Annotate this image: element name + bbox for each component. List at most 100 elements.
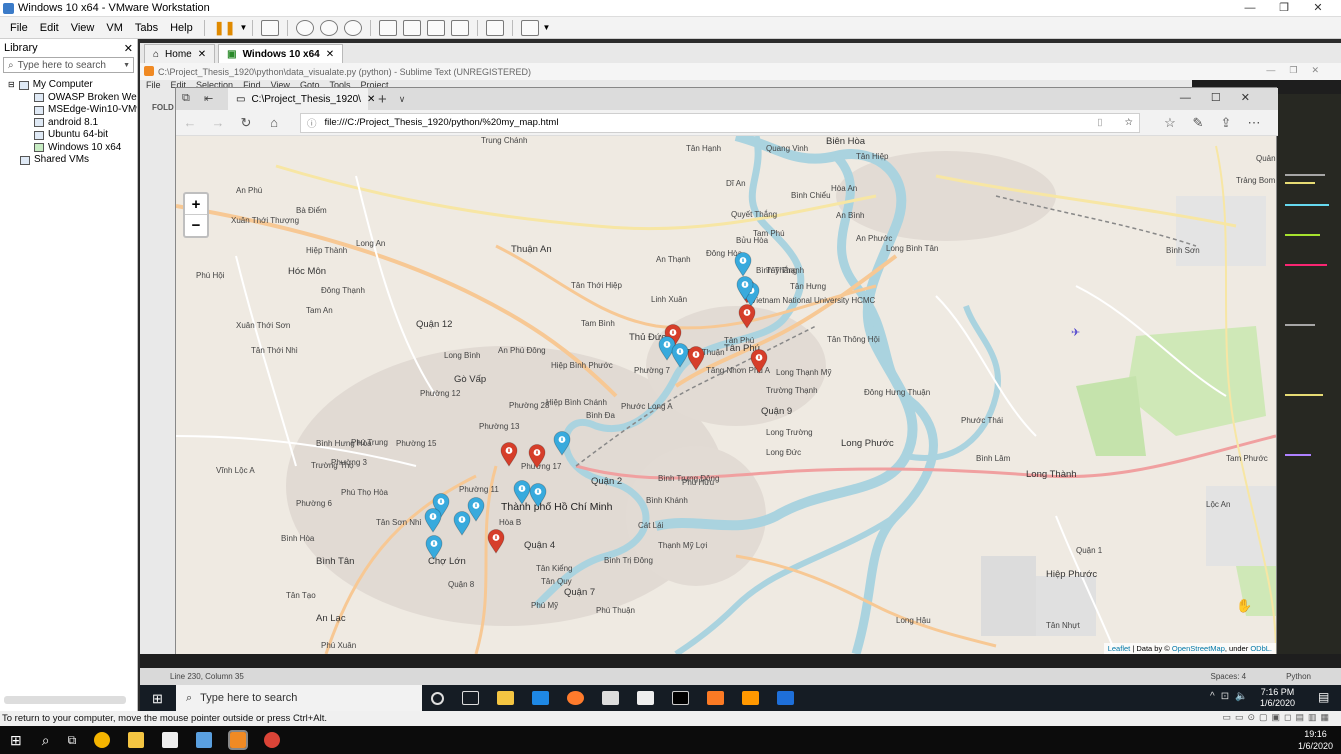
file-explorer-icon[interactable] (497, 691, 514, 705)
dropdown-icon[interactable]: ▼ (240, 23, 248, 32)
close-library-icon[interactable]: ✕ (124, 42, 133, 55)
tree-item-my-computer[interactable]: ⊟ My Computer (0, 79, 137, 92)
tree-item-vm[interactable]: Ubuntu 64-bit (0, 129, 137, 142)
library-view-icon[interactable] (379, 19, 398, 36)
host-clock[interactable]: 19:16 1/6/2020 (1298, 728, 1333, 752)
forward-icon[interactable]: → (204, 115, 232, 130)
fullscreen-icon[interactable] (427, 19, 446, 36)
vscode-icon[interactable] (532, 691, 549, 705)
share-icon[interactable]: ⇪ (1212, 115, 1240, 131)
set-aside-tabs-icon[interactable]: ⇤ (204, 92, 213, 105)
host-search-icon[interactable]: ⌕ (42, 732, 50, 749)
snapshot-manager-icon[interactable] (344, 19, 363, 36)
tree-item-vm[interactable]: OWASP Broken Web Ap (0, 92, 137, 105)
tab-home[interactable]: ⌂ Home ✕ (144, 44, 216, 63)
store-icon[interactable] (602, 691, 619, 705)
revert-snapshot-icon[interactable] (320, 19, 339, 36)
thumbnail-view-icon[interactable] (403, 19, 422, 36)
reading-view-icon[interactable]: ▯ (1097, 117, 1102, 128)
edge-window-controls[interactable]: —☐✕ (1180, 91, 1270, 104)
pause-icon[interactable]: ❚❚ (214, 20, 236, 36)
xampp-icon[interactable] (707, 691, 724, 705)
terminal-icon[interactable] (672, 691, 689, 705)
notifications-icon[interactable]: ▤ (1318, 690, 1329, 704)
menu-help[interactable]: Help (164, 17, 199, 39)
tray-icons[interactable]: ^⊡🔈 (1210, 691, 1254, 702)
address-bar[interactable]: ⓘ file:///C:/Project_Thesis_1920/python/… (300, 112, 1140, 133)
refresh-icon[interactable]: ↻ (232, 115, 260, 131)
close-tab-icon[interactable]: ✕ (198, 49, 206, 60)
console-icon[interactable] (486, 19, 505, 36)
menu-view[interactable]: View (65, 17, 101, 39)
blue-map-marker[interactable] (553, 431, 571, 456)
library-scrollbar[interactable] (4, 696, 126, 704)
favorite-star-icon[interactable]: ☆ (1124, 117, 1133, 128)
menu-edit[interactable]: Edit (34, 17, 65, 39)
task-view-icon[interactable] (462, 691, 479, 705)
restore-icon[interactable]: ❐ (1267, 0, 1301, 17)
sublime-menu-file[interactable]: File (146, 80, 161, 94)
device-status-icons[interactable]: ▭▭⊙▢▣◻▤▥▦ (1222, 712, 1333, 723)
tree-item-vm[interactable]: Windows 10 x64 (0, 142, 137, 155)
edge-taskbar-icon[interactable] (777, 691, 794, 705)
home-icon[interactable]: ⌂ (260, 115, 288, 130)
tree-item-shared-vms[interactable]: Shared VMs (0, 154, 137, 167)
host-mail-icon[interactable] (162, 732, 179, 748)
leaflet-link[interactable]: Leaflet (1108, 644, 1131, 653)
menu-vm[interactable]: VM (100, 17, 129, 39)
menu-file[interactable]: File (4, 17, 34, 39)
mail-icon[interactable] (637, 691, 654, 705)
zoom-out-button[interactable]: − (185, 215, 207, 236)
firefox-icon[interactable] (567, 691, 584, 705)
blue-map-marker[interactable] (734, 252, 752, 277)
sublime-taskbar-icon[interactable] (742, 691, 759, 705)
sublime-minimap[interactable] (1277, 94, 1341, 654)
cortana-icon[interactable] (431, 691, 444, 705)
red-map-marker[interactable] (487, 529, 505, 554)
zoom-in-button[interactable]: + (185, 194, 207, 215)
red-map-marker[interactable] (738, 304, 756, 329)
send-keys-icon[interactable] (261, 19, 280, 36)
host-app-icon[interactable] (196, 732, 213, 748)
search-dropdown-icon[interactable]: ▼ (123, 62, 130, 69)
snapshot-icon[interactable] (296, 19, 315, 36)
host-start-icon[interactable]: ⊞ (10, 732, 22, 749)
start-button[interactable]: ⊞ (152, 691, 163, 707)
close-tab-icon[interactable]: ✕ (367, 94, 375, 105)
unity-icon[interactable] (451, 19, 470, 36)
tree-item-vm[interactable]: android 8.1 (0, 117, 137, 130)
menu-tabs[interactable]: Tabs (129, 17, 164, 39)
indentation-status[interactable]: Spaces: 4 (1211, 672, 1247, 681)
edge-tab-active[interactable]: ▭ C:\Project_Thesis_1920\ ✕ (228, 88, 375, 110)
tab-actions-icon[interactable]: ⧉ (182, 92, 190, 105)
leaflet-map[interactable]: + − Biên Hòa Hóc Môn Thuận An Quận 12 Gò Vấp… (176, 136, 1276, 654)
host-file-explorer-icon[interactable] (128, 732, 145, 748)
blue-map-marker[interactable] (453, 511, 471, 536)
chrome-icon[interactable] (94, 732, 111, 748)
stretch-icon[interactable] (521, 19, 540, 36)
favorites-hub-icon[interactable]: ☆ (1156, 115, 1184, 131)
osm-link[interactable]: OpenStreetMap (1172, 644, 1225, 653)
host-chrome-icon[interactable] (264, 732, 281, 748)
guest-clock[interactable]: 7:16 PM 1/6/2020 (1260, 687, 1295, 709)
red-map-marker[interactable] (750, 349, 768, 374)
vmware-taskbar-icon[interactable] (228, 730, 249, 750)
syntax-status[interactable]: Python (1286, 672, 1311, 681)
new-tab-icon[interactable]: + (378, 91, 387, 108)
tab-list-icon[interactable]: ∨ (399, 94, 406, 105)
notes-icon[interactable]: ✎ (1184, 115, 1212, 131)
close-tab-icon[interactable]: ✕ (326, 49, 334, 60)
odbl-link[interactable]: ODbL. (1250, 644, 1272, 653)
more-menu-icon[interactable]: ⋯ (1240, 115, 1268, 131)
blue-map-marker[interactable] (424, 508, 442, 533)
tree-item-vm[interactable]: MSEdge-Win10-VMware (0, 104, 137, 117)
host-task-view-icon[interactable]: ⧉ (68, 733, 77, 748)
blue-map-marker[interactable] (529, 483, 547, 508)
red-map-marker[interactable] (687, 346, 705, 371)
red-map-marker[interactable] (528, 444, 546, 469)
stretch-dropdown-icon[interactable]: ▼ (542, 23, 550, 32)
library-search-input[interactable]: ⌕ Type here to search ▼ (3, 57, 134, 73)
blue-map-marker[interactable] (425, 535, 443, 560)
guest-search-box[interactable]: ⌕ Type here to search (176, 685, 422, 711)
tab-windows-10[interactable]: ▣ Windows 10 x64 ✕ (218, 44, 344, 63)
